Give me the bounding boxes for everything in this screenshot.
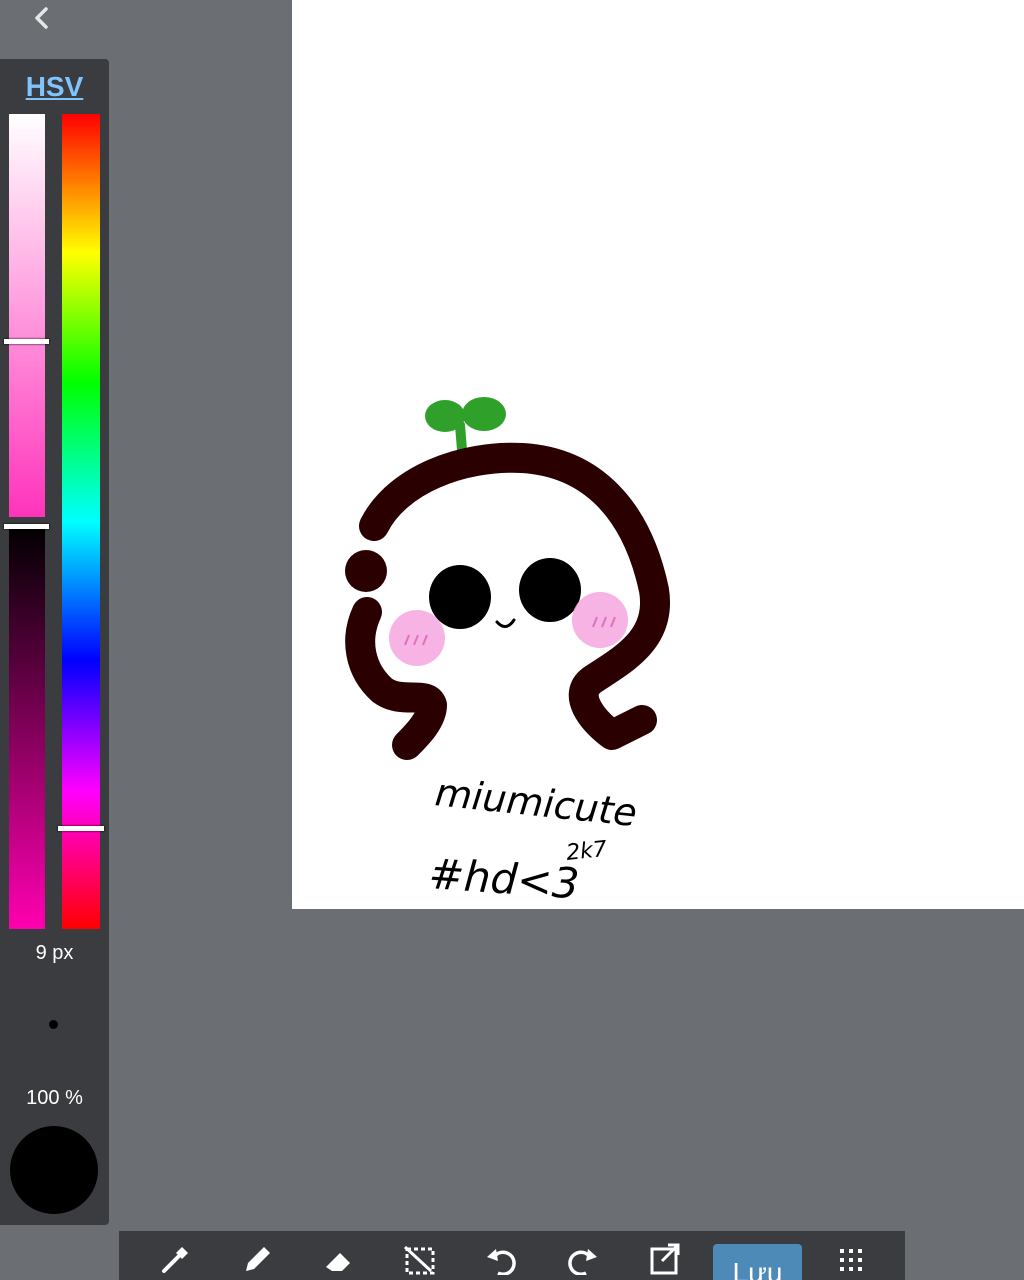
redo-icon: [568, 1249, 597, 1275]
back-button[interactable]: [26, 2, 58, 34]
chevron-left-icon: [35, 7, 48, 29]
undo-icon: [487, 1249, 516, 1275]
value-slider-handle[interactable]: [4, 524, 49, 529]
eraser-icon: [326, 1253, 350, 1271]
eyedropper-tool[interactable]: [147, 1241, 203, 1280]
handwriting-text: miumicute 2k7 #hd<3: [427, 770, 639, 908]
transform-icon: [650, 1243, 680, 1275]
color-panel: HSV 9 px 100 %: [0, 59, 109, 1225]
eraser-tool[interactable]: [311, 1241, 367, 1280]
saturation-slider-handle[interactable]: [4, 339, 49, 344]
hue-slider-handle[interactable]: [58, 826, 104, 831]
redo-button[interactable]: [555, 1241, 611, 1280]
saturation-slider[interactable]: [9, 114, 45, 517]
bottom-toolbar: Lưu: [119, 1231, 905, 1280]
drawing-canvas[interactable]: miumicute 2k7 #hd<3: [292, 0, 1024, 909]
more-icon: [840, 1249, 862, 1271]
sprout-drawing: [425, 397, 506, 455]
brush-size-preview: [49, 1020, 58, 1029]
brush-size-label[interactable]: 9 px: [0, 942, 109, 965]
hsv-mode-link[interactable]: HSV: [0, 71, 109, 103]
eyedropper-icon: [162, 1247, 188, 1273]
transform-button[interactable]: [637, 1241, 693, 1280]
more-menu-button[interactable]: [823, 1241, 879, 1280]
select-icon: [403, 1245, 435, 1275]
paint-app: HSV 9 px 100 % miumicute 2k7 #hd<3 Lưu: [0, 0, 1024, 1280]
face-drawing: [389, 558, 628, 666]
handwriting-line3: #hd<3: [427, 849, 580, 908]
opacity-label[interactable]: 100 %: [0, 1087, 109, 1110]
pen-icon: [246, 1247, 270, 1271]
hue-slider[interactable]: [62, 114, 100, 929]
undo-button[interactable]: [473, 1241, 529, 1280]
pen-tool[interactable]: [229, 1241, 285, 1280]
handwriting-line1: miumicute: [433, 770, 639, 835]
layers-button[interactable]: Lưu: [713, 1244, 802, 1280]
current-color-swatch[interactable]: [10, 1126, 98, 1214]
selection-tool[interactable]: [391, 1241, 447, 1280]
value-slider[interactable]: [9, 526, 45, 929]
artwork: miumicute 2k7 #hd<3: [345, 397, 670, 908]
